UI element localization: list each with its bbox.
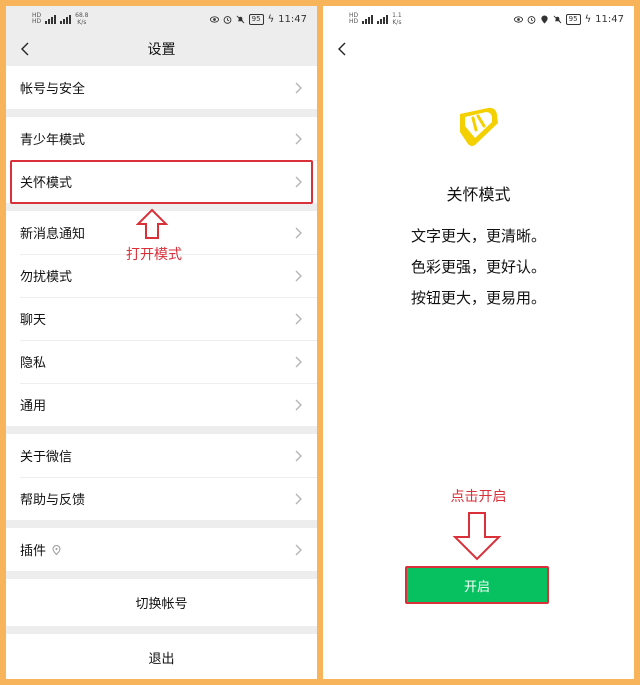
menu-item-label: 关于微信	[20, 450, 73, 465]
menu-item-plugins[interactable]: 插件	[6, 528, 317, 571]
switch-account-button[interactable]: 切换帐号	[6, 579, 317, 626]
description-line: 文字更大，更清晰。	[410, 227, 546, 245]
chevron-right-icon	[295, 544, 302, 555]
annotation-open-mode: 打开模式	[126, 247, 182, 263]
menu-item-label: 插件	[20, 544, 47, 559]
annotation-click-enable: 点击开启	[450, 489, 507, 505]
chevron-right-icon	[295, 493, 302, 504]
clock: 11:47	[278, 13, 307, 25]
chevron-right-icon	[295, 399, 302, 410]
menu-group-plugins: 插件	[6, 528, 317, 571]
hd-icon: HD HD	[32, 12, 42, 25]
menu-item-label: 帐号与安全	[20, 82, 86, 97]
status-bar: HD HD 68.8 K/s 95 ϟ 11:47	[6, 6, 317, 32]
nav-bar	[323, 32, 634, 66]
menu-group-about: 关于微信 帮助与反馈	[6, 434, 317, 520]
chevron-left-icon	[338, 42, 346, 56]
care-mode-highlight-box	[10, 160, 313, 204]
arrow-down-icon	[452, 512, 502, 561]
menu-group-account: 帐号与安全	[6, 66, 317, 109]
menu-item-label: 通用	[20, 399, 47, 414]
description-line: 色彩更强，更好认。	[410, 258, 546, 276]
care-mode-screen: HD HD 1.1 K/s 95 ϟ 11:47 关怀模式 文字更大，更清晰。 色彩…	[323, 6, 634, 679]
settings-screen: HDHD 68.8K/s 95 ϟ 11:47 设置 帐号与安全 青少年模式	[6, 6, 317, 679]
menu-item-label: 青少年模式	[20, 133, 86, 148]
nav-bar: 设置	[6, 32, 317, 66]
care-mode-title: 关怀模式	[446, 185, 511, 204]
menu-item-teen-mode[interactable]: 青少年模式	[6, 117, 317, 160]
chevron-right-icon	[295, 356, 302, 367]
eye-icon	[513, 15, 523, 23]
alarm-icon	[223, 15, 232, 24]
signal-icon	[45, 14, 57, 24]
menu-item-account-security[interactable]: 帐号与安全	[6, 66, 317, 109]
location-icon	[540, 14, 548, 24]
care-mode-icon	[460, 107, 498, 146]
menu-item-privacy[interactable]: 隐私	[6, 340, 317, 383]
net-speed: 1.1 K/s	[392, 12, 402, 26]
charging-icon: ϟ	[584, 13, 592, 25]
menu-item-label: 帮助与反馈	[20, 493, 86, 508]
page-title: 设置	[147, 42, 176, 58]
location-pin-icon	[52, 544, 61, 555]
menu-item-label: 勿扰模式	[20, 270, 73, 285]
back-button[interactable]	[333, 40, 351, 58]
logout-button[interactable]: 退出	[6, 634, 317, 679]
net-speed: 68.8 K/s	[75, 12, 89, 26]
enable-button[interactable]: 开启	[405, 566, 549, 604]
menu-item-about-wechat[interactable]: 关于微信	[6, 434, 317, 477]
battery-icon: 95	[248, 13, 264, 25]
description-line: 按钮更大，更易用。	[410, 289, 546, 307]
chevron-left-icon	[21, 42, 29, 56]
chevron-right-icon	[295, 450, 302, 461]
chevron-right-icon	[295, 133, 302, 144]
chevron-right-icon	[295, 313, 302, 324]
menu-item-general[interactable]: 通用	[6, 383, 317, 426]
care-mode-description: 文字更大，更清晰。 色彩更强，更好认。 按钮更大，更易用。	[323, 221, 634, 314]
menu-item-label: 聊天	[20, 313, 47, 328]
signal-icon-2	[60, 14, 72, 24]
battery-icon: 95	[565, 13, 581, 25]
hd-icon: HD HD	[349, 12, 359, 25]
signal-icon-2	[377, 14, 389, 24]
status-bar: HD HD 1.1 K/s 95 ϟ 11:47	[323, 6, 634, 32]
mute-icon	[553, 15, 562, 23]
menu-item-help-feedback[interactable]: 帮助与反馈	[6, 477, 317, 520]
clock: 11:47	[595, 13, 624, 25]
eye-icon	[209, 15, 219, 23]
chevron-right-icon	[295, 82, 302, 93]
charging-icon: ϟ	[267, 13, 275, 25]
chevron-right-icon	[295, 227, 302, 238]
arrow-up-icon	[136, 208, 168, 239]
mute-icon	[236, 15, 245, 23]
back-button[interactable]	[16, 40, 34, 58]
chevron-right-icon	[295, 270, 302, 281]
signal-icon	[362, 14, 374, 24]
menu-item-chat[interactable]: 聊天	[6, 297, 317, 340]
menu-item-label: 新消息通知	[20, 227, 86, 242]
menu-item-label: 隐私	[20, 356, 47, 371]
alarm-icon	[527, 15, 536, 24]
